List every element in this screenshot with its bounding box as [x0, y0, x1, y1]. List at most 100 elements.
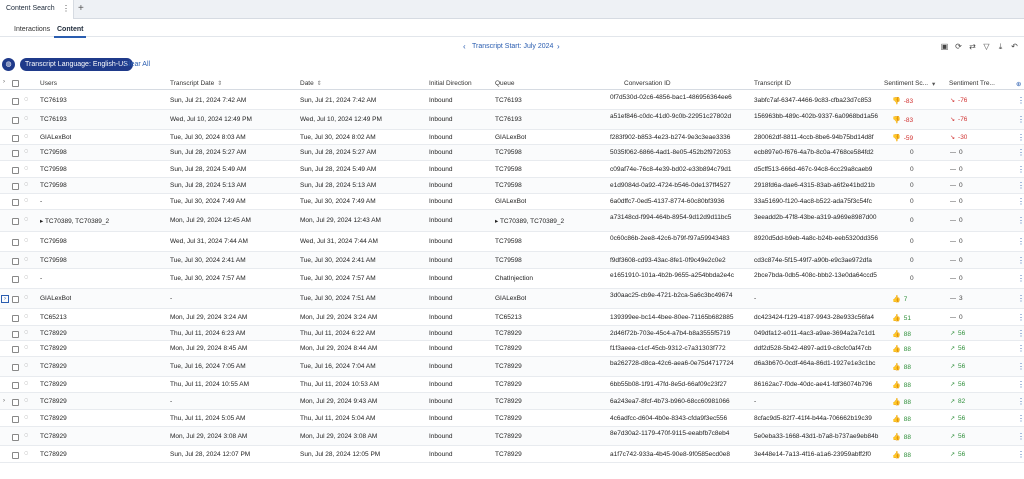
table-row[interactable]: ◌ TC76193 Wed, Jul 10, 2024 12:49 PM Wed, J…	[0, 110, 1024, 130]
cell-transcript-id[interactable]: 280062df-8811-4ccb-8be6-94b75bd14d8f	[754, 134, 880, 141]
table-row[interactable]: ◌ TC76193 Sun, Jul 21, 2024 7:42 AM Sun, Ju…	[0, 91, 1024, 110]
row-checkbox[interactable]	[12, 239, 19, 246]
expand-row-icon[interactable]: ›	[3, 398, 5, 404]
expand-row-icon[interactable]: ›	[1, 295, 9, 303]
row-checkbox[interactable]	[12, 98, 19, 105]
cell-transcript-id[interactable]: ecb897e0-f676-4a7b-8c0a-4768ce584fd2	[754, 149, 880, 156]
cell-conversation-id[interactable]: 4c6adfcc-d604-4b0e-8343-cfda9f3ec556	[610, 415, 744, 422]
row-checkbox[interactable]	[12, 452, 19, 459]
column-users[interactable]: Users	[40, 80, 57, 87]
filter-icon[interactable]: ▽	[981, 41, 992, 52]
table-row[interactable]: ◌ TC79598 Sun, Jul 28, 2024 5:49 AM Sun, Ju…	[0, 161, 1024, 178]
column-sentiment-score[interactable]: Sentiment Sc...	[884, 80, 928, 87]
cell-conversation-id[interactable]: 0f7d530d-02c6-4856-bac1-486956364ee6	[610, 94, 744, 101]
column-conversation-id[interactable]: Conversation ID	[624, 80, 671, 87]
row-menu-icon[interactable]: ⋮	[1017, 432, 1024, 441]
cell-transcript-id[interactable]: 5e0eba33-1668-43d1-b7a8-b737ae9eb84b	[754, 433, 880, 440]
table-row[interactable]: › ◌ TC78929 - Mon, Jul 29, 2024 9:43 AM Inbou…	[0, 393, 1024, 410]
save-icon[interactable]: ▣	[939, 41, 950, 52]
column-sentiment-trend[interactable]: Sentiment Tre...	[949, 80, 995, 87]
table-row[interactable]: ◌ TC78929 Sun, Jul 28, 2024 12:07 PM Sun, J…	[0, 446, 1024, 463]
row-menu-icon[interactable]: ⋮	[1017, 197, 1024, 206]
cell-transcript-id[interactable]: cd3c874e-5f15-49f7-a90b-e9c3ae972dfa	[754, 257, 880, 264]
row-menu-icon[interactable]: ⋮	[1017, 237, 1024, 246]
tab-content[interactable]: Content	[53, 26, 87, 38]
column-initial-direction[interactable]: Initial Direction	[429, 80, 472, 87]
cell-transcript-id[interactable]: 156963bb-489c-402b-9337-6a0968bd1a56	[754, 113, 880, 120]
cell-transcript-id[interactable]: -	[754, 295, 880, 302]
tab-content-search[interactable]: Content Search ⋮	[0, 0, 74, 19]
cell-conversation-id[interactable]: a1f7c742-933a-4b45-90e8-9f0585ecd0e8	[610, 451, 744, 458]
cell-conversation-id[interactable]: a73148cd-f994-464b-8954-9d12d9d11bc5	[610, 214, 744, 221]
row-checkbox[interactable]	[12, 416, 19, 423]
table-row[interactable]: ◌ TC79598 Sun, Jul 28, 2024 5:27 AM Sun, Ju…	[0, 145, 1024, 161]
table-row[interactable]: ◌ TC79598 Tue, Jul 30, 2024 2:41 AM Tue, Ju…	[0, 252, 1024, 269]
cell-conversation-id[interactable]: f9df3608-cd93-43ac-8fe1-0f9c49e2c0e2	[610, 257, 744, 264]
previous-month-icon[interactable]: ‹	[463, 42, 466, 51]
row-menu-icon[interactable]: ⋮	[1017, 165, 1024, 174]
row-checkbox[interactable]	[12, 434, 19, 441]
row-checkbox[interactable]	[12, 258, 19, 265]
row-menu-icon[interactable]: ⋮	[1017, 148, 1024, 157]
row-menu-icon[interactable]: ⋮	[1017, 294, 1024, 303]
chat-filter-icon[interactable]: ◍	[2, 58, 15, 71]
expand-all-icon[interactable]: ›	[3, 79, 5, 85]
row-menu-icon[interactable]: ⋮	[1017, 216, 1024, 225]
cell-conversation-id[interactable]: 2d46f72b-703e-45c4-a7b4-b8a3555f5719	[610, 330, 744, 337]
select-all-checkbox[interactable]	[12, 80, 19, 87]
row-checkbox[interactable]	[12, 199, 19, 206]
cell-conversation-id[interactable]: f283f902-b853-4e23-b274-9e3c3eae3336	[610, 134, 744, 141]
cell-conversation-id[interactable]: 6a0dffc7-0ed5-4137-8774-60c80bf3936	[610, 198, 744, 205]
sort-desc-icon[interactable]: ▾	[932, 80, 935, 88]
cell-transcript-id[interactable]: 2918fd6a-dae6-4315-83ab-a6f2e41bd21b	[754, 182, 880, 189]
table-row[interactable]: ◌ - Tue, Jul 30, 2024 7:57 AM Tue, Jul 30, …	[0, 269, 1024, 289]
table-row[interactable]: › ◌ GIALexBot - Tue, Jul 30, 2024 7:51 AM Inb…	[0, 289, 1024, 309]
cell-transcript-id[interactable]: 2bce7bda-0db5-408c-bbb2-13e0da64ccd5	[754, 272, 880, 279]
row-checkbox[interactable]	[12, 399, 19, 406]
download-icon[interactable]: ⤓	[995, 41, 1006, 52]
row-menu-icon[interactable]: ⋮	[1017, 313, 1024, 322]
cell-conversation-id[interactable]: ba262728-d8ca-42c6-aea6-0e75d4717724	[610, 360, 744, 367]
cell-transcript-id[interactable]: 3abfc7af-6347-4466-9c83-cfba23d7c853	[754, 97, 880, 104]
next-month-icon[interactable]: ›	[557, 42, 560, 51]
cell-conversation-id[interactable]: 6a243ea7-8fcf-4b73-b960-68cc60981066	[610, 398, 744, 405]
cell-transcript-id[interactable]: dc423424-f129-4187-9943-28e933c56fa4	[754, 314, 880, 321]
table-row[interactable]: ◌ TC78929 Mon, Jul 29, 2024 3:08 AM Mon, Ju…	[0, 427, 1024, 446]
table-row[interactable]: ◌ TC78929 Thu, Jul 11, 2024 5:05 AM Thu, Ju…	[0, 410, 1024, 427]
row-checkbox[interactable]	[12, 183, 19, 190]
column-transcript-id[interactable]: Transcript ID	[754, 80, 791, 87]
add-tab-icon[interactable]: +	[78, 3, 84, 14]
column-queue[interactable]: Queue	[495, 80, 515, 87]
row-menu-icon[interactable]: ⋮	[1017, 96, 1024, 105]
row-menu-icon[interactable]: ⋮	[1017, 450, 1024, 459]
table-row[interactable]: ◌ GIALexBot Tue, Jul 30, 2024 8:03 AM Tue, …	[0, 130, 1024, 145]
row-menu-icon[interactable]: ⋮	[1017, 397, 1024, 406]
cell-transcript-id[interactable]: 8cfac9d5-82f7-41f4-b44a-706662b19c39	[754, 415, 880, 422]
row-menu-icon[interactable]: ⋮	[1017, 181, 1024, 190]
row-menu-icon[interactable]: ⋮	[1017, 414, 1024, 423]
cell-conversation-id[interactable]: e1651910-101a-4b2b-9655-a254bbda2e4c	[610, 272, 744, 279]
row-menu-icon[interactable]: ⋮	[1017, 380, 1024, 389]
table-row[interactable]: ◌ TC78929 Mon, Jul 29, 2024 8:45 AM Mon, Ju…	[0, 341, 1024, 357]
cell-transcript-id[interactable]: 8920d5dd-b9eb-4a8c-b24b-eeb5320dd356	[754, 235, 880, 242]
column-transcript-date[interactable]: Transcript Date ⇕	[170, 80, 222, 87]
sync-icon[interactable]: ⇄	[967, 41, 978, 52]
row-menu-icon[interactable]: ⋮	[1017, 362, 1024, 371]
table-row[interactable]: ◌ ▸ TC70389, TC70389_2 Mon, Jul 29, 2024 1…	[0, 210, 1024, 232]
table-row[interactable]: ◌ TC79598 Sun, Jul 28, 2024 5:13 AM Sun, Ju…	[0, 178, 1024, 194]
cell-conversation-id[interactable]: 8e7d30a2-1179-470f-9115-eeabfb7c8eb4	[610, 430, 744, 437]
language-filter-chip[interactable]: Transcript Language: English-US	[20, 58, 133, 71]
cell-conversation-id[interactable]: 139399ee-bc14-4bee-80ee-71165b682885	[610, 314, 744, 321]
cell-conversation-id[interactable]: e1d9084d-0a92-4724-b546-0de137ff4527	[610, 182, 744, 189]
table-row[interactable]: ◌ TC78929 Thu, Jul 11, 2024 10:55 AM Thu, J…	[0, 377, 1024, 393]
row-checkbox[interactable]	[12, 346, 19, 353]
clear-all-link[interactable]: Clear All	[124, 61, 150, 68]
row-menu-icon[interactable]: ⋮	[1017, 274, 1024, 283]
cell-transcript-id[interactable]: 33a51690-f120-4ac8-b522-ada75f3c54fc	[754, 198, 880, 205]
row-checkbox[interactable]	[12, 331, 19, 338]
cell-conversation-id[interactable]: f1f3aeea-c1cf-45cb-9312-c7a31303f772	[610, 345, 744, 352]
row-checkbox[interactable]	[12, 167, 19, 174]
cell-transcript-id[interactable]: d6a3b670-0cdf-464a-86d1-1927e1e3c1bc	[754, 360, 880, 367]
row-checkbox[interactable]	[12, 364, 19, 371]
cell-transcript-id[interactable]: 049dfa12-e011-4ac3-a9ae-3694a2a7c1d1	[754, 330, 880, 337]
